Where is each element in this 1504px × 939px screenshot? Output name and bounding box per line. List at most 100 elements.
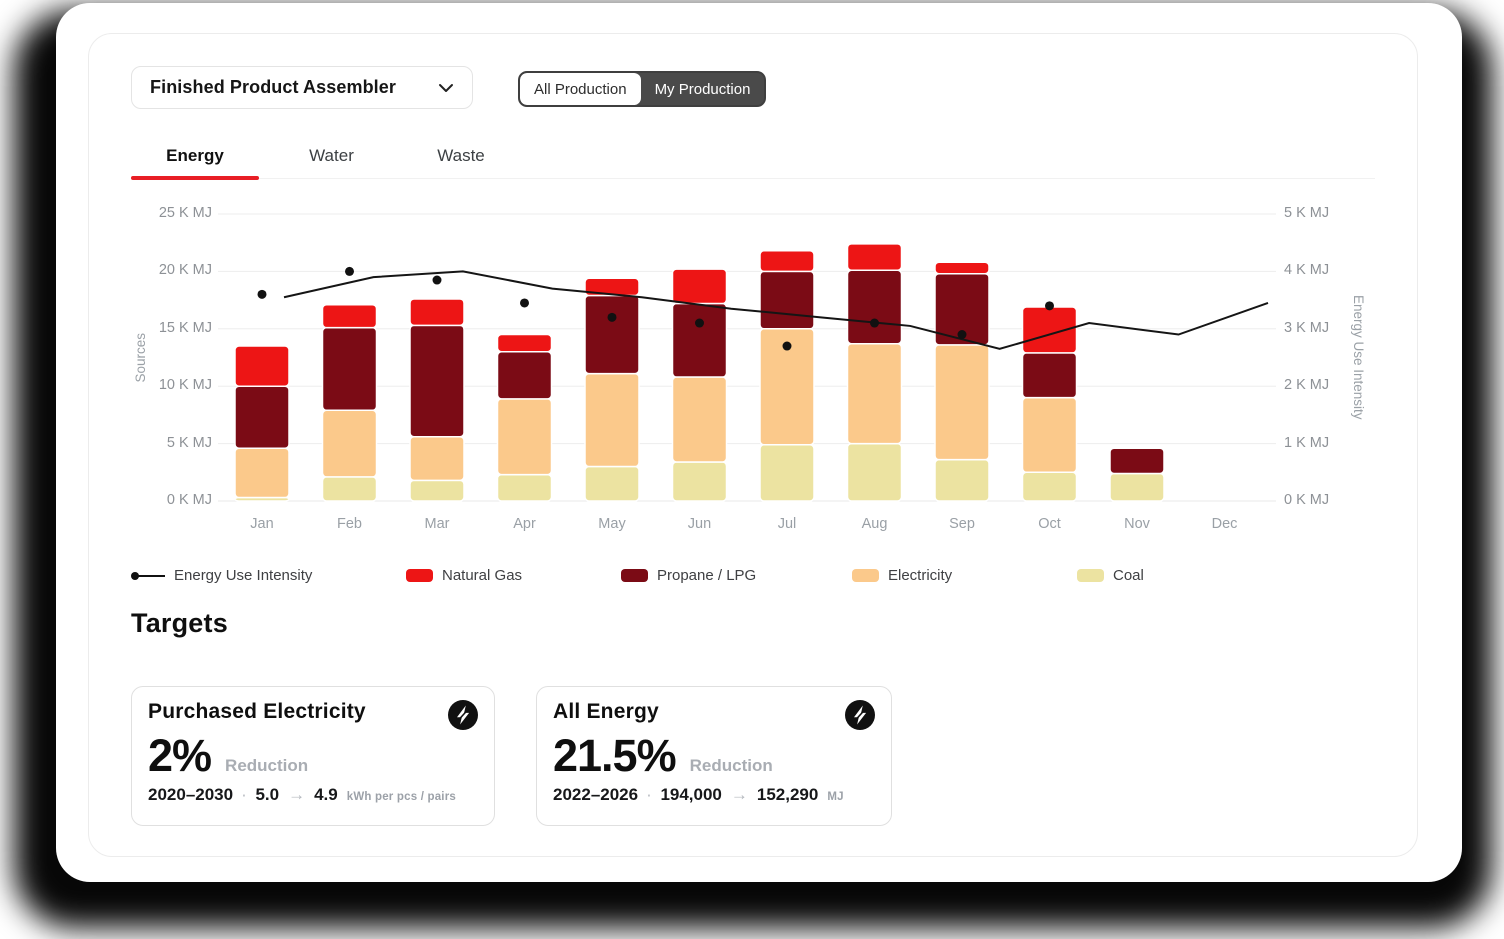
right-axis-tick: 0 K MJ <box>1284 492 1329 508</box>
bar-segment-coal[interactable] <box>673 462 727 501</box>
dot-separator: · <box>242 788 246 803</box>
tab-energy-label: Energy <box>166 146 224 166</box>
bar-segment-electricity[interactable] <box>498 399 552 475</box>
bar-segment-natural-gas[interactable] <box>235 346 289 386</box>
production-toggle: All Production My Production <box>518 71 766 107</box>
energy-chart: Sources Energy Use Intensity 0 K MJ5 K M… <box>131 196 1371 546</box>
legend-item-coal[interactable]: Coal <box>1077 567 1144 584</box>
chart-canvas <box>131 196 1371 546</box>
bar-segment-electricity[interactable] <box>848 344 902 444</box>
intensity-dot[interactable] <box>345 267 354 276</box>
bar-segment-electricity[interactable] <box>935 345 989 460</box>
bar-segment-natural-gas[interactable] <box>410 299 464 325</box>
left-axis-tick: 0 K MJ <box>131 492 212 508</box>
target-card-all-energy: All Energy 21.5% Reduction 2022–2026 · 1… <box>536 686 892 826</box>
right-axis-tick: 4 K MJ <box>1284 262 1329 278</box>
intensity-dot[interactable] <box>783 342 792 351</box>
legend-label: Energy Use Intensity <box>174 567 312 584</box>
intensity-dot[interactable] <box>695 319 704 328</box>
bar-segment-propane-lpg[interactable] <box>498 352 552 399</box>
bar-segment-natural-gas[interactable] <box>935 262 989 273</box>
bar-segment-coal[interactable] <box>1110 473 1164 501</box>
left-axis-tick: 5 K MJ <box>131 435 212 451</box>
bar-segment-coal[interactable] <box>410 480 464 501</box>
left-axis-tick: 10 K MJ <box>131 377 212 393</box>
tab-waste-label: Waste <box>437 146 485 166</box>
bar-segment-coal[interactable] <box>585 467 639 501</box>
target-reduction-label: Reduction <box>690 756 773 776</box>
target-to-value: 152,290 <box>757 785 818 805</box>
intensity-dot[interactable] <box>608 313 617 322</box>
intensity-dot[interactable] <box>258 290 267 299</box>
bar-segment-coal[interactable] <box>935 460 989 501</box>
x-axis-label-dec: Dec <box>1190 516 1260 532</box>
bar-segment-propane-lpg[interactable] <box>673 304 727 377</box>
target-percent: 21.5% <box>553 732 676 779</box>
x-axis-label-feb: Feb <box>315 516 385 532</box>
x-axis-label-jun: Jun <box>665 516 735 532</box>
toggle-all-production[interactable]: All Production <box>520 73 641 105</box>
target-period: 2020–2030 <box>148 785 233 805</box>
assembler-dropdown[interactable]: Finished Product Assembler <box>131 66 473 109</box>
tab-bar: Energy Water Waste <box>131 134 1375 179</box>
legend-label: Propane / LPG <box>657 567 756 584</box>
bar-segment-propane-lpg[interactable] <box>585 296 639 374</box>
tab-waste[interactable]: Waste <box>408 134 514 178</box>
target-card-title: Purchased Electricity <box>148 700 366 724</box>
legend-item-natural-gas[interactable]: Natural Gas <box>406 567 522 584</box>
legend-item-energy-use-intensity[interactable]: Energy Use Intensity <box>131 567 312 584</box>
legend-label: Coal <box>1113 567 1144 584</box>
bar-segment-propane-lpg[interactable] <box>235 386 289 448</box>
bar-segment-natural-gas[interactable] <box>760 251 814 272</box>
app-window: Finished Product Assembler All Productio… <box>56 3 1462 882</box>
bar-segment-natural-gas[interactable] <box>323 305 377 328</box>
legend-swatch <box>406 569 433 582</box>
intensity-dot[interactable] <box>958 330 967 339</box>
bar-segment-electricity[interactable] <box>673 377 727 462</box>
tab-water-label: Water <box>309 146 354 166</box>
left-axis-tick: 15 K MJ <box>131 320 212 336</box>
x-axis-label-oct: Oct <box>1015 516 1085 532</box>
toggle-my-production[interactable]: My Production <box>641 73 765 105</box>
bar-segment-propane-lpg[interactable] <box>760 271 814 328</box>
bar-segment-propane-lpg[interactable] <box>1110 448 1164 473</box>
legend-swatch <box>852 569 879 582</box>
legend-swatch <box>1077 569 1104 582</box>
arrow-right-icon: → <box>731 785 748 805</box>
bar-segment-propane-lpg[interactable] <box>410 325 464 436</box>
right-axis-tick: 3 K MJ <box>1284 320 1329 336</box>
tab-water[interactable]: Water <box>281 134 382 178</box>
bar-segment-coal[interactable] <box>848 444 902 501</box>
legend-label: Electricity <box>888 567 952 584</box>
intensity-dot[interactable] <box>870 319 879 328</box>
target-card-purchased-electricity: Purchased Electricity 2% Reduction 2020–… <box>131 686 495 826</box>
lightning-icon <box>448 700 478 730</box>
legend-item-electricity[interactable]: Electricity <box>852 567 952 584</box>
bar-segment-electricity[interactable] <box>323 410 377 477</box>
target-reduction-label: Reduction <box>225 756 308 776</box>
bar-segment-coal[interactable] <box>760 445 814 501</box>
bar-segment-electricity[interactable] <box>410 437 464 481</box>
intensity-dot[interactable] <box>433 276 442 285</box>
bar-segment-natural-gas[interactable] <box>848 244 902 270</box>
intensity-dot[interactable] <box>520 298 529 307</box>
targets-heading: Targets <box>131 608 228 639</box>
right-axis-tick: 1 K MJ <box>1284 435 1329 451</box>
bar-segment-propane-lpg[interactable] <box>848 270 902 343</box>
bar-segment-propane-lpg[interactable] <box>323 328 377 411</box>
tab-energy[interactable]: Energy <box>131 134 259 178</box>
bar-segment-natural-gas[interactable] <box>673 269 727 303</box>
bar-segment-coal[interactable] <box>323 477 377 501</box>
legend-item-propane-lpg[interactable]: Propane / LPG <box>621 567 756 584</box>
bar-segment-natural-gas[interactable] <box>498 335 552 352</box>
intensity-dot[interactable] <box>1045 301 1054 310</box>
bar-segment-coal[interactable] <box>498 475 552 501</box>
bar-segment-propane-lpg[interactable] <box>1023 353 1077 398</box>
bar-segment-electricity[interactable] <box>1023 398 1077 473</box>
bar-segment-electricity[interactable] <box>585 374 639 467</box>
dashboard-panel: Finished Product Assembler All Productio… <box>88 33 1418 857</box>
bar-segment-coal[interactable] <box>1023 472 1077 501</box>
bar-segment-electricity[interactable] <box>235 448 289 497</box>
chevron-down-icon <box>438 83 454 93</box>
x-axis-label-jul: Jul <box>752 516 822 532</box>
